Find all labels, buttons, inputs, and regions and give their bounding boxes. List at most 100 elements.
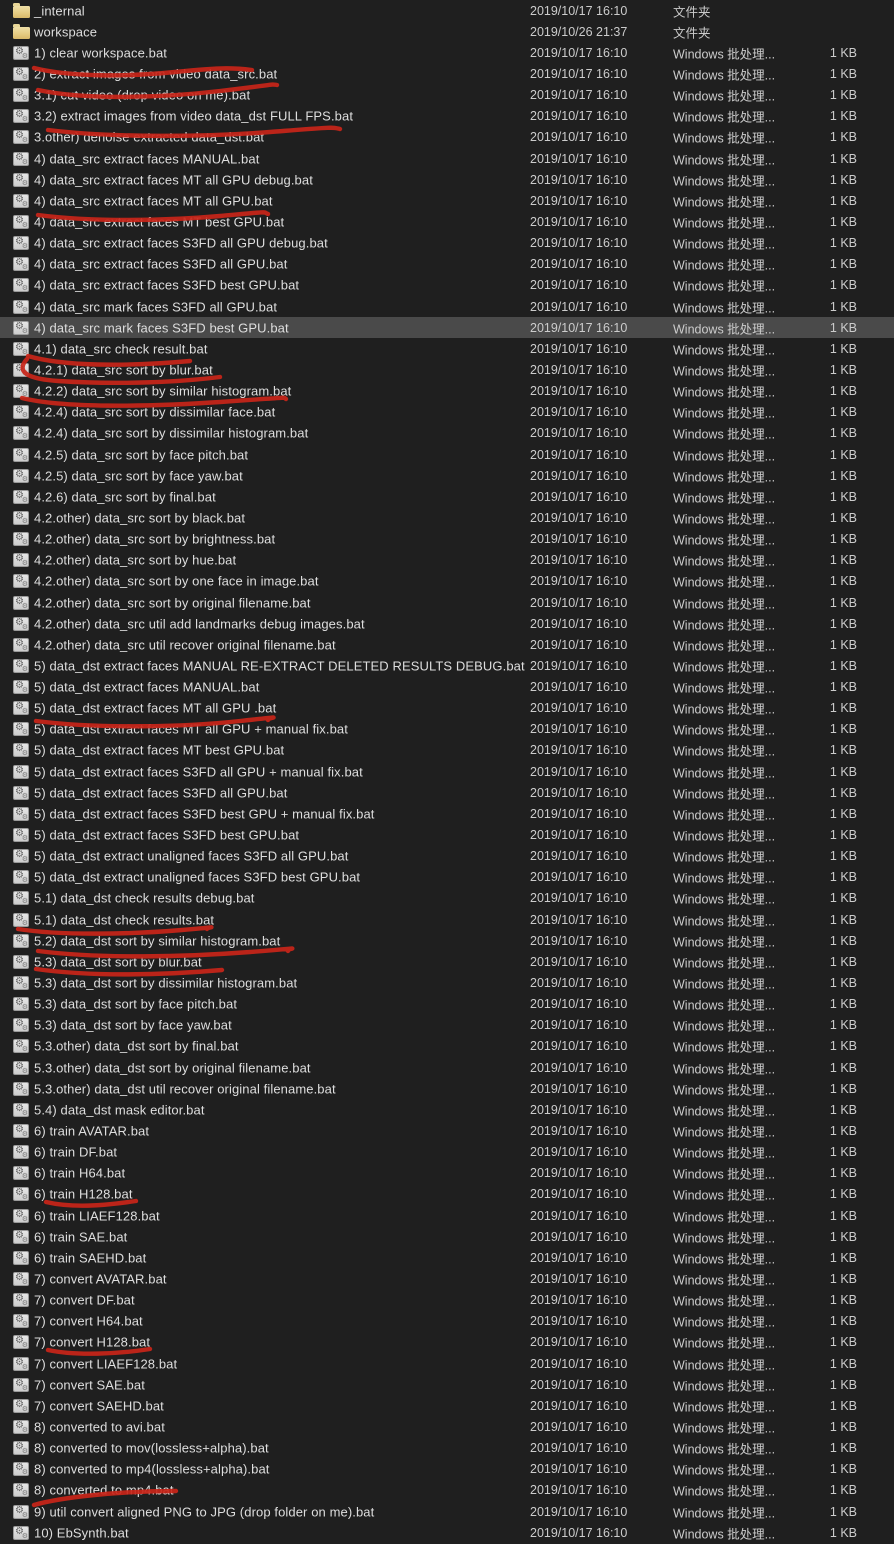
file-row[interactable]: ⚙⚙ 4.2.6) data_src sort by final.bat 201… xyxy=(0,486,894,507)
file-row[interactable]: ⚙⚙ 4.2.other) data_src sort by one face … xyxy=(0,571,894,592)
batch-file-icon: ⚙⚙ xyxy=(12,975,30,991)
batch-file-icon: ⚙⚙ xyxy=(12,1271,30,1287)
file-row[interactable]: ⚙⚙ 5) data_dst extract faces MT all GPU … xyxy=(0,719,894,740)
file-date-modified: 2019/10/17 16:10 xyxy=(530,553,627,567)
file-row[interactable]: ⚙⚙ 8) converted to mp4(lossless+alpha).b… xyxy=(0,1459,894,1480)
batch-file-icon: ⚙⚙ xyxy=(12,320,30,336)
file-row[interactable]: ⚙⚙ 4.2.4) data_src sort by dissimilar hi… xyxy=(0,423,894,444)
file-type: Windows 批处理... xyxy=(673,952,791,971)
file-row[interactable]: ⚙⚙ 5.2) data_dst sort by similar histogr… xyxy=(0,930,894,951)
file-row[interactable]: ⚙⚙ 6) train SAE.bat 2019/10/17 16:10 Win… xyxy=(0,1226,894,1247)
file-row[interactable]: ⚙⚙ 4) data_src extract faces MT all GPU.… xyxy=(0,190,894,211)
batch-file-icon: ⚙⚙ xyxy=(12,1081,30,1097)
file-row[interactable]: ⚙⚙ 5) data_dst extract faces S3FD best G… xyxy=(0,803,894,824)
file-name: 4) data_src extract faces S3FD best GPU.… xyxy=(34,278,299,293)
file-row[interactable]: ⚙⚙ 5.3.other) data_dst sort by original … xyxy=(0,1057,894,1078)
file-row[interactable]: ⚙⚙ 5) data_dst extract unaligned faces S… xyxy=(0,846,894,867)
file-type: Windows 批处理... xyxy=(673,234,791,253)
file-row[interactable]: _internal 2019/10/17 16:10 文件夹 xyxy=(0,0,894,21)
file-row[interactable]: ⚙⚙ 5) data_dst extract faces S3FD all GP… xyxy=(0,782,894,803)
file-row[interactable]: ⚙⚙ 4.2.5) data_src sort by face pitch.ba… xyxy=(0,444,894,465)
file-row[interactable]: ⚙⚙ 7) convert SAEHD.bat 2019/10/17 16:10… xyxy=(0,1395,894,1416)
batch-file-icon: ⚙⚙ xyxy=(12,468,30,484)
file-row[interactable]: ⚙⚙ 9) util convert aligned PNG to JPG (d… xyxy=(0,1501,894,1522)
file-row[interactable]: ⚙⚙ 3.1) cut video (drop video on me).bat… xyxy=(0,85,894,106)
file-row[interactable]: ⚙⚙ 5.1) data_dst check results debug.bat… xyxy=(0,888,894,909)
file-row[interactable]: ⚙⚙ 5.3) data_dst sort by blur.bat 2019/1… xyxy=(0,951,894,972)
file-row[interactable]: ⚙⚙ 6) train LIAEF128.bat 2019/10/17 16:1… xyxy=(0,1205,894,1226)
file-row[interactable]: ⚙⚙ 4) data_src extract faces MANUAL.bat … xyxy=(0,148,894,169)
file-row[interactable]: ⚙⚙ 4.2.2) data_src sort by similar histo… xyxy=(0,381,894,402)
file-row[interactable]: ⚙⚙ 4) data_src mark faces S3FD all GPU.b… xyxy=(0,296,894,317)
file-row[interactable]: ⚙⚙ 4.2.other) data_src util add landmark… xyxy=(0,613,894,634)
file-size: 1 KB xyxy=(790,88,857,102)
file-row[interactable]: ⚙⚙ 5.4) data_dst mask editor.bat 2019/10… xyxy=(0,1099,894,1120)
file-row[interactable]: ⚙⚙ 8) converted to mov(lossless+alpha).b… xyxy=(0,1438,894,1459)
file-row[interactable]: ⚙⚙ 5) data_dst extract faces MANUAL RE-E… xyxy=(0,655,894,676)
file-row[interactable]: ⚙⚙ 5) data_dst extract faces MT all GPU … xyxy=(0,698,894,719)
file-row[interactable]: ⚙⚙ 7) convert H128.bat 2019/10/17 16:10 … xyxy=(0,1332,894,1353)
file-row[interactable]: ⚙⚙ 4.2.other) data_src sort by brightnes… xyxy=(0,529,894,550)
batch-file-icon: ⚙⚙ xyxy=(12,1165,30,1181)
batch-file-icon: ⚙⚙ xyxy=(12,45,30,61)
file-row[interactable]: ⚙⚙ 5.3.other) data_dst util recover orig… xyxy=(0,1078,894,1099)
file-row[interactable]: ⚙⚙ 5) data_dst extract faces S3FD best G… xyxy=(0,824,894,845)
file-row[interactable]: ⚙⚙ 4.2.1) data_src sort by blur.bat 2019… xyxy=(0,359,894,380)
file-row[interactable]: ⚙⚙ 1) clear workspace.bat 2019/10/17 16:… xyxy=(0,42,894,63)
file-row[interactable]: ⚙⚙ 4.2.other) data_src sort by black.bat… xyxy=(0,507,894,528)
batch-file-icon: ⚙⚙ xyxy=(12,1229,30,1245)
file-row[interactable]: ⚙⚙ 8) converted to avi.bat 2019/10/17 16… xyxy=(0,1416,894,1437)
file-row[interactable]: ⚙⚙ 7) convert SAE.bat 2019/10/17 16:10 W… xyxy=(0,1374,894,1395)
file-row[interactable]: ⚙⚙ 5.3) data_dst sort by dissimilar hist… xyxy=(0,972,894,993)
file-row[interactable]: ⚙⚙ 7) convert H64.bat 2019/10/17 16:10 W… xyxy=(0,1311,894,1332)
file-type: Windows 批处理... xyxy=(673,741,791,760)
file-size: 1 KB xyxy=(790,1166,857,1180)
file-row[interactable]: ⚙⚙ 6) train DF.bat 2019/10/17 16:10 Wind… xyxy=(0,1142,894,1163)
file-row[interactable]: ⚙⚙ 3.2) extract images from video data_d… xyxy=(0,106,894,127)
file-row[interactable]: ⚙⚙ 4.1) data_src check result.bat 2019/1… xyxy=(0,338,894,359)
file-row[interactable]: ⚙⚙ 6) train SAEHD.bat 2019/10/17 16:10 W… xyxy=(0,1247,894,1268)
file-row[interactable]: ⚙⚙ 4) data_src extract faces MT best GPU… xyxy=(0,211,894,232)
file-row[interactable]: ⚙⚙ 4) data_src extract faces S3FD best G… xyxy=(0,275,894,296)
file-date-modified: 2019/10/17 16:10 xyxy=(530,1018,627,1032)
batch-file-icon: ⚙⚙ xyxy=(12,108,30,124)
file-row[interactable]: ⚙⚙ 4.2.other) data_src util recover orig… xyxy=(0,634,894,655)
file-size: 1 KB xyxy=(790,574,857,588)
file-date-modified: 2019/10/17 16:10 xyxy=(530,574,627,588)
file-row[interactable]: ⚙⚙ 5.3) data_dst sort by face yaw.bat 20… xyxy=(0,1015,894,1036)
file-size: 1 KB xyxy=(790,680,857,694)
file-row[interactable]: ⚙⚙ 4.2.other) data_src sort by original … xyxy=(0,592,894,613)
file-row[interactable]: ⚙⚙ 4.2.4) data_src sort by dissimilar fa… xyxy=(0,402,894,423)
file-row[interactable]: ⚙⚙ 8) converted to mp4.bat 2019/10/17 16… xyxy=(0,1480,894,1501)
file-row[interactable]: ⚙⚙ 4) data_src extract faces S3FD all GP… xyxy=(0,233,894,254)
file-name: 6) train H64.bat xyxy=(34,1166,125,1181)
file-row[interactable]: ⚙⚙ 10) EbSynth.bat 2019/10/17 16:10 Wind… xyxy=(0,1522,894,1543)
file-row[interactable]: ⚙⚙ 5) data_dst extract faces MT best GPU… xyxy=(0,740,894,761)
file-size: 1 KB xyxy=(790,257,857,271)
file-row[interactable]: ⚙⚙ 5.1) data_dst check results.bat 2019/… xyxy=(0,909,894,930)
file-row[interactable]: ⚙⚙ 6) train H128.bat 2019/10/17 16:10 Wi… xyxy=(0,1184,894,1205)
file-row[interactable]: ⚙⚙ 4) data_src mark faces S3FD best GPU.… xyxy=(0,317,894,338)
file-row[interactable]: ⚙⚙ 4.2.5) data_src sort by face yaw.bat … xyxy=(0,465,894,486)
file-row[interactable]: ⚙⚙ 6) train H64.bat 2019/10/17 16:10 Win… xyxy=(0,1163,894,1184)
file-row[interactable]: ⚙⚙ 5) data_dst extract unaligned faces S… xyxy=(0,867,894,888)
file-row[interactable]: ⚙⚙ 5.3) data_dst sort by face pitch.bat … xyxy=(0,994,894,1015)
file-row[interactable]: ⚙⚙ 7) convert DF.bat 2019/10/17 16:10 Wi… xyxy=(0,1290,894,1311)
file-row[interactable]: ⚙⚙ 7) convert LIAEF128.bat 2019/10/17 16… xyxy=(0,1353,894,1374)
file-row[interactable]: ⚙⚙ 4) data_src extract faces S3FD all GP… xyxy=(0,254,894,275)
file-name: 8) converted to mp4.bat xyxy=(34,1483,174,1498)
file-row[interactable]: ⚙⚙ 5.3.other) data_dst sort by final.bat… xyxy=(0,1036,894,1057)
file-row[interactable]: ⚙⚙ 5) data_dst extract faces S3FD all GP… xyxy=(0,761,894,782)
file-row[interactable]: ⚙⚙ 2) extract images from video data_src… xyxy=(0,63,894,84)
file-row[interactable]: ⚙⚙ 7) convert AVATAR.bat 2019/10/17 16:1… xyxy=(0,1268,894,1289)
file-row[interactable]: workspace 2019/10/26 21:37 文件夹 xyxy=(0,21,894,42)
file-row[interactable]: ⚙⚙ 4.2.other) data_src sort by hue.bat 2… xyxy=(0,550,894,571)
file-row[interactable]: ⚙⚙ 3.other) denoise extracted data_dst.b… xyxy=(0,127,894,148)
file-date-modified: 2019/10/17 16:10 xyxy=(530,109,627,123)
file-row[interactable]: ⚙⚙ 4) data_src extract faces MT all GPU … xyxy=(0,169,894,190)
file-date-modified: 2019/10/17 16:10 xyxy=(530,955,627,969)
file-name: 4.2.other) data_src sort by black.bat xyxy=(34,510,245,525)
file-row[interactable]: ⚙⚙ 6) train AVATAR.bat 2019/10/17 16:10 … xyxy=(0,1120,894,1141)
file-type: Windows 批处理... xyxy=(673,678,791,697)
file-row[interactable]: ⚙⚙ 5) data_dst extract faces MANUAL.bat … xyxy=(0,677,894,698)
